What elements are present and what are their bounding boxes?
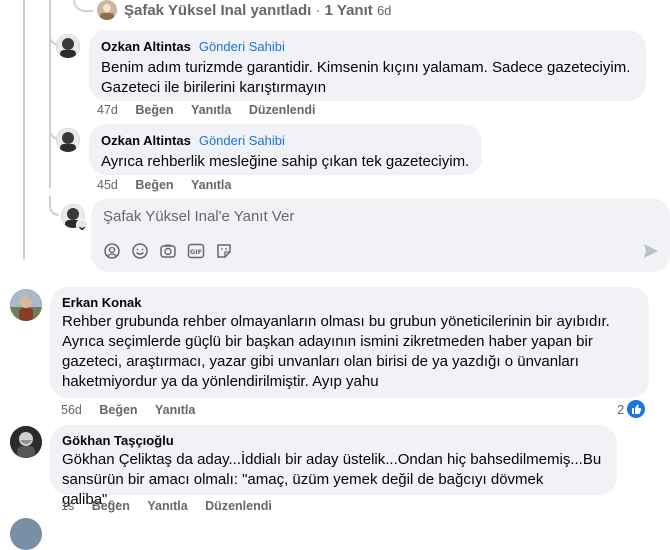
avatar-image bbox=[10, 289, 42, 321]
comment-author[interactable]: Ozkan Altintas bbox=[101, 133, 191, 148]
comment-text-line: Ayrıca seçimlerde güçlü bir başkan adayı… bbox=[62, 333, 593, 350]
emoji-glyph bbox=[132, 243, 148, 259]
svg-text:GIF: GIF bbox=[190, 248, 202, 256]
chevron-down-icon[interactable] bbox=[76, 219, 88, 231]
comment-text-line: gazeteci, araştırmacı, yazar gibi unvanl… bbox=[62, 353, 579, 370]
comment-time[interactable]: 1s bbox=[61, 499, 74, 513]
comment-author[interactable]: Ozkan Altintas bbox=[101, 39, 191, 54]
comment-text-line: Rehber grubunda rehber olmayanların olma… bbox=[62, 313, 610, 330]
sticker-glyph bbox=[217, 244, 231, 258]
comment-text-line: haketmiyordur ya da yönlendirilmiştir. A… bbox=[62, 373, 379, 390]
comment-author[interactable]: Erkan Konak bbox=[62, 295, 637, 310]
reply-button[interactable]: Yanıtla bbox=[191, 103, 231, 117]
avatar[interactable] bbox=[97, 0, 117, 20]
reaction-number: 2 bbox=[617, 401, 625, 417]
reply-count[interactable]: 1 Yanıt bbox=[325, 2, 373, 19]
comment-bubble: Ozkan Altintas Gönderi Sahibi Benim adım … bbox=[89, 30, 646, 101]
comment-time[interactable]: 45d bbox=[97, 178, 118, 192]
thread-line-main bbox=[23, 0, 25, 260]
avatar-image bbox=[56, 128, 80, 152]
chevron-down-glyph bbox=[79, 226, 85, 231]
like-button[interactable]: Beğen bbox=[99, 403, 137, 417]
author-badge: Gönderi Sahibi bbox=[198, 39, 285, 54]
avatar-image bbox=[56, 34, 80, 58]
camera-icon[interactable] bbox=[159, 242, 177, 260]
comment-bubble: Gökhan Taşçıoğlu Gökhan Çeliktaş da aday… bbox=[50, 425, 617, 508]
edited-label[interactable]: Düzenlendi bbox=[205, 499, 272, 513]
comment-actions: 45d Beğen Yanıtla bbox=[97, 178, 245, 192]
comment-actions: 56d Beğen Yanıtla bbox=[61, 403, 209, 417]
comment-time[interactable]: 47d bbox=[97, 103, 118, 117]
reply-button[interactable]: Yanıtla bbox=[155, 403, 195, 417]
thread-curve bbox=[73, 0, 93, 12]
comment-author[interactable]: Gökhan Taşçıoğlu bbox=[62, 433, 605, 448]
gif-icon[interactable]: GIF bbox=[187, 242, 205, 260]
avatar-image bbox=[10, 426, 42, 458]
comment-time[interactable]: 56d bbox=[61, 403, 82, 417]
gif-glyph: GIF bbox=[187, 243, 205, 259]
like-glyph bbox=[632, 404, 642, 414]
like-icon bbox=[627, 400, 646, 418]
avatar[interactable] bbox=[10, 426, 42, 458]
send-glyph bbox=[644, 244, 658, 258]
separator-dot: · bbox=[315, 2, 321, 19]
comment-bubble: Erkan Konak Rehber grubunda rehber olmay… bbox=[50, 287, 649, 398]
avatar-sticker-glyph bbox=[104, 243, 120, 259]
send-icon[interactable] bbox=[642, 242, 660, 260]
avatar[interactable] bbox=[10, 289, 42, 321]
edited-label[interactable]: Düzenlendi bbox=[249, 103, 316, 117]
comment-text-line: Benim adım turizmde garantidir. Kimsenin… bbox=[101, 59, 631, 76]
avatar[interactable] bbox=[56, 128, 80, 152]
comment-text-line: Gazeteci ile birilerini karıştırmayın bbox=[101, 79, 327, 96]
avatar-image bbox=[100, 4, 114, 20]
reply-input[interactable]: Şafak Yüksel Inal'e Yanıt Ver GIF bbox=[91, 198, 670, 272]
camera-glyph bbox=[160, 244, 176, 258]
avatar[interactable] bbox=[56, 34, 80, 58]
reply-button[interactable]: Yanıtla bbox=[147, 499, 187, 513]
thread-curve bbox=[49, 196, 59, 216]
comment-text-line: Ayrıca rehberlik mesleğine sahip çıkan t… bbox=[101, 153, 470, 170]
reply-button[interactable]: Yanıtla bbox=[191, 178, 231, 192]
reply-author[interactable]: Şafak Yüksel Inal bbox=[124, 2, 246, 19]
comment-text-line: Gökhan Çeliktaş da aday...İddialı bir ad… bbox=[62, 451, 602, 468]
author-badge: Gönderi Sahibi bbox=[198, 133, 285, 148]
like-button[interactable]: Beğen bbox=[135, 178, 173, 192]
comment-bubble: Ozkan Altintas Gönderi Sahibi Ayrıca rehb… bbox=[89, 124, 482, 175]
comment-actions: 47d Beğen Yanıtla Düzenlendi bbox=[97, 103, 329, 117]
reply-action: yanıtladı bbox=[250, 2, 312, 19]
like-button[interactable]: Beğen bbox=[135, 103, 173, 117]
collapsed-reply-summary[interactable]: Şafak Yüksel Inal yanıtladı · 1 Yanıt 6d bbox=[124, 2, 391, 19]
comment-actions: 1s Beğen Yanıtla Düzenlendi bbox=[61, 499, 286, 513]
reply-time: 6d bbox=[376, 3, 392, 18]
sticker-icon[interactable] bbox=[215, 242, 233, 260]
reaction-count[interactable]: 2 bbox=[617, 400, 646, 418]
emoji-icon[interactable] bbox=[131, 242, 149, 260]
avatar-sticker-icon[interactable] bbox=[103, 242, 121, 260]
reply-placeholder: Şafak Yüksel Inal'e Yanıt Ver bbox=[103, 208, 295, 225]
like-button[interactable]: Beğen bbox=[92, 499, 130, 513]
